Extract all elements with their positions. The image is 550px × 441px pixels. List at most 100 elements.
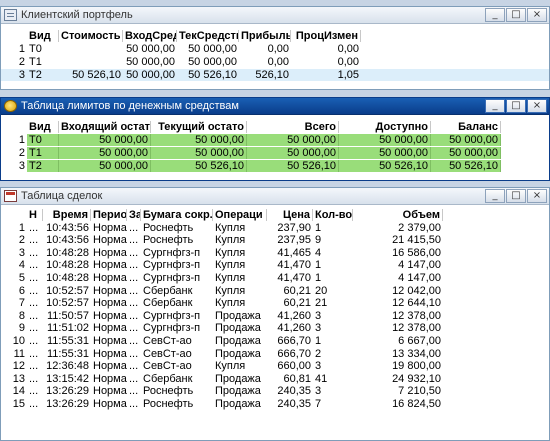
trades-cell: Нормал... xyxy=(93,385,127,398)
minimize-button[interactable]: _ xyxy=(485,189,505,203)
trades-column-header[interactable]: Время xyxy=(43,209,91,221)
trades-column-header[interactable]: Н xyxy=(27,209,43,221)
trades-cell: 1 xyxy=(315,259,322,272)
trades-row[interactable]: 5... 10:48:28 Нормал...... Сургнфгз-п Купля 4… xyxy=(1,272,549,284)
trades-column-header[interactable]: Объем xyxy=(353,209,443,221)
trades-cell: Купля xyxy=(215,234,246,247)
portfolio-titlebar[interactable]: Клиентский портфель _ □ × xyxy=(1,7,549,24)
limits-column-header[interactable]: Баланс xyxy=(431,121,501,133)
trades-row[interactable]: 1... 10:43:56 Нормал...... Роснефть Купля 237… xyxy=(1,221,549,234)
trades-row[interactable]: 12... 12:36:48 Нормал...... СевСт-ао Купля 66… xyxy=(1,360,549,373)
trades-cell: 13 334,00 xyxy=(392,347,441,360)
trades-cell: 12 378,00 xyxy=(392,322,441,335)
portfolio-column-header[interactable]: ПроцИзмен xyxy=(291,30,361,42)
limits-cell: 50 000,00 xyxy=(339,147,431,159)
trades-row[interactable]: 3... 10:48:28 Нормал...... Сургнфгз-п Купля 4… xyxy=(1,246,549,259)
trades-column-header[interactable]: Операци xyxy=(213,209,267,221)
trades-cell: Сургнфгз-п xyxy=(143,246,201,259)
trades-column-header[interactable]: Кол-во xyxy=(313,209,353,221)
trades-cell: ... xyxy=(129,259,139,272)
trades-column-header[interactable]: Цена xyxy=(267,209,313,221)
limits-column-header[interactable]: Вид xyxy=(27,121,59,133)
trades-row[interactable]: 10... 11:55:31 Нормал...... СевСт-ао Продажа… xyxy=(1,335,549,347)
trades-cell: ... xyxy=(29,322,39,335)
trades-row[interactable]: 2... 10:43:56 Нормал...... Роснефть Купля 237… xyxy=(1,234,549,247)
trades-row[interactable]: 9... 11:51:02 Нормал...... Сургнфгз-п Продаж… xyxy=(1,322,549,335)
limits-title: Таблица лимитов по денежным средствам xyxy=(21,100,239,112)
trades-column-header[interactable]: Перио xyxy=(91,209,127,221)
portfolio-row[interactable]: 3 T2 50 526,10 50 000,00 50 526,10 526,10 1,05 xyxy=(1,69,549,81)
portfolio-column-header[interactable]: ВходСред xyxy=(123,30,177,42)
trades-cell: ... xyxy=(29,259,39,272)
limits-titlebar[interactable]: Таблица лимитов по денежным средствам _ … xyxy=(1,98,549,115)
portfolio-row[interactable]: 1 T0 50 000,00 50 000,00 0,00 0,00 xyxy=(1,43,549,55)
portfolio-row-number: 1 xyxy=(18,43,25,55)
trades-row[interactable]: 14... 13:26:29 Нормал...... Роснефть Продажа… xyxy=(1,385,549,398)
portfolio-column-header[interactable]: Стоимость xyxy=(59,30,123,42)
portfolio-row[interactable]: 2 T1 50 000,00 50 000,00 0,00 0,00 xyxy=(1,56,549,68)
limits-column-header[interactable]: Входящий остат xyxy=(59,121,151,133)
close-button[interactable]: × xyxy=(527,189,547,203)
trades-row[interactable]: 11... 11:55:31 Нормал...... СевСт-ао Продажа… xyxy=(1,347,549,360)
portfolio-cell: 0,00 xyxy=(267,56,289,68)
trades-column-header[interactable]: Зa xyxy=(127,209,141,221)
trades-cell: ... xyxy=(29,272,39,284)
trades-cell: ... xyxy=(129,347,139,360)
limits-column-header[interactable]: Всего xyxy=(247,121,339,133)
trades-cell: ... xyxy=(129,234,139,247)
trades-cell: 41 xyxy=(315,372,328,385)
maximize-button[interactable]: □ xyxy=(506,99,526,113)
maximize-button[interactable]: □ xyxy=(506,8,526,22)
trades-cell: Нормал... xyxy=(93,398,127,410)
trades-cell: ... xyxy=(129,372,139,385)
trades-row[interactable]: 15... 13:26:29 Нормал...... Роснефть Продажа… xyxy=(1,398,549,410)
trades-cell: 41,260 xyxy=(277,322,311,335)
trades-cell: 7 xyxy=(315,398,322,410)
limits-column-header[interactable]: Текущий остато xyxy=(151,121,247,133)
trades-cell: 4 147,00 xyxy=(398,259,441,272)
portfolio-column-header[interactable]: ТекСредств xyxy=(177,30,239,42)
limits-cell: 50 000,00 xyxy=(339,134,431,146)
portfolio-column-header[interactable]: Вид xyxy=(27,30,59,42)
trades-cell: ... xyxy=(129,272,139,284)
portfolio-row-number: 3 xyxy=(18,69,25,81)
trades-cell: 1 xyxy=(315,272,322,284)
trades-row[interactable]: 4... 10:48:28 Нормал...... Сургнфгз-п Купля 4… xyxy=(1,259,549,272)
minimize-button[interactable]: _ xyxy=(485,8,505,22)
trades-cell: 12:36:48 xyxy=(46,360,89,373)
trades-cell: ... xyxy=(129,360,139,373)
trades-cell: 2 379,00 xyxy=(398,221,441,234)
close-button[interactable]: × xyxy=(527,99,547,113)
coin-icon xyxy=(4,100,17,112)
portfolio-cell: 50 526,10 xyxy=(188,69,237,81)
minimize-button[interactable]: _ xyxy=(485,99,505,113)
trades-cell: ... xyxy=(129,246,139,259)
limits-row[interactable]: 1 T0 50 000,00 50 000,00 50 000,00 50 000,00 5… xyxy=(1,134,549,146)
trades-row[interactable]: 7... 10:52:57 Нормал...... Сбербанк Купля 60,… xyxy=(1,297,549,310)
limits-row[interactable]: 2 T1 50 000,00 50 000,00 50 000,00 50 000,00 5… xyxy=(1,147,549,159)
limits-row[interactable]: 3 T2 50 000,00 50 526,10 50 526,10 50 526,10 5… xyxy=(1,160,549,172)
trades-row[interactable]: 13... 13:15:42 Нормал...... Сбербанк Продажа… xyxy=(1,372,549,385)
trades-cell: 237,95 xyxy=(277,234,311,247)
maximize-button[interactable]: □ xyxy=(506,189,526,203)
trades-cell: 13:15:42 xyxy=(46,372,89,385)
trades-cell: Купля xyxy=(215,272,246,284)
trades-row-number: 2 xyxy=(18,234,25,247)
close-button[interactable]: × xyxy=(527,8,547,22)
trades-cell: Нормал... xyxy=(93,335,127,347)
trades-row[interactable]: 6... 10:52:57 Нормал...... Сбербанк Купля 60,… xyxy=(1,284,549,297)
trades-cell: ... xyxy=(29,284,39,297)
portfolio-column-header[interactable]: Прибыль/ xyxy=(239,30,291,42)
trades-cell: ... xyxy=(29,398,39,410)
trades-row-number: 3 xyxy=(18,246,25,259)
trades-cell: 240,35 xyxy=(277,385,311,398)
trades-cell: Продажа xyxy=(215,335,261,347)
trades-titlebar[interactable]: Таблица сделок _ □ × xyxy=(1,188,549,205)
trades-column-header[interactable]: Бумага сокр. xyxy=(141,209,213,221)
trades-row[interactable]: 8... 11:50:57 Нормал...... Сургнфгз-п Продаж… xyxy=(1,310,549,322)
trades-cell: 9 xyxy=(315,234,322,247)
trades-cell: 21 415,50 xyxy=(392,234,441,247)
trades-cell: 13:26:29 xyxy=(46,385,89,398)
trades-cell: 60,21 xyxy=(283,297,311,310)
limits-column-header[interactable]: Доступно xyxy=(339,121,431,133)
